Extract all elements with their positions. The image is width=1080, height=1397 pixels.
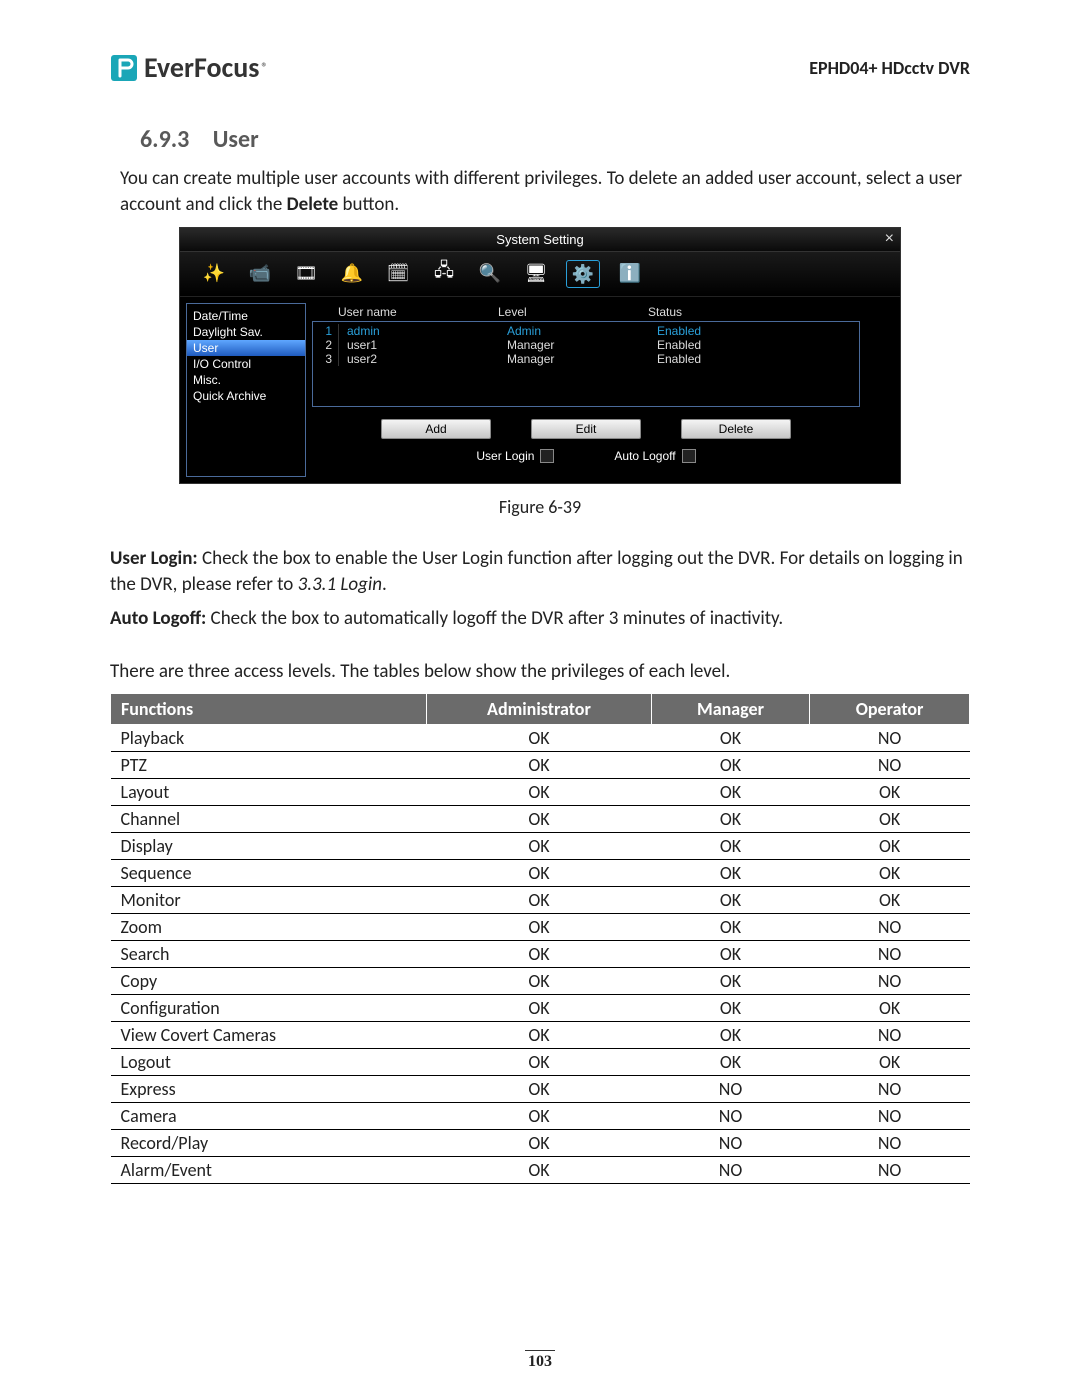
edit-button[interactable]: Edit	[531, 419, 641, 439]
wizard-icon[interactable]: ✨	[198, 260, 230, 286]
brand-name: EverFocus	[144, 50, 259, 85]
record-icon[interactable]: 🎞	[290, 260, 322, 286]
dvr-table-header: User name Level Status	[312, 303, 890, 321]
table-row: Record/PlayOKNONO	[111, 1129, 970, 1156]
table-row: Alarm/EventOKNONO	[111, 1156, 970, 1183]
section-heading: 6.9.3 User	[140, 125, 970, 154]
display-icon[interactable]: 🖥	[520, 260, 552, 286]
table-row: CopyOKOKNO	[111, 967, 970, 994]
user-login-paragraph: User Login: Check the box to enable the …	[110, 546, 970, 597]
levels-intro: There are three access levels. The table…	[110, 659, 970, 685]
info-icon[interactable]: ℹ️	[614, 260, 646, 286]
table-row: PTZOKOKNO	[111, 751, 970, 778]
add-button[interactable]: Add	[381, 419, 491, 439]
dvr-toolbar: ✨ 📹 🎞 🔔 🗓 🖧 🔍 🖥 ⚙️ ℹ️	[180, 252, 900, 297]
registered-mark: ®	[261, 61, 267, 75]
auto-logoff-checkbox[interactable]: Auto Logoff	[614, 449, 695, 463]
table-row: ConfigurationOKOKOK	[111, 994, 970, 1021]
figure-caption: Figure 6-39	[110, 496, 970, 518]
table-header: Functions	[111, 693, 427, 724]
page-header: EverFocus ® EPHD04+ HDcctv DVR	[110, 50, 970, 85]
sidebar-item[interactable]: Daylight Sav.	[187, 324, 305, 340]
table-row[interactable]: 3user2ManagerEnabled	[313, 352, 859, 366]
user-login-checkbox[interactable]: User Login	[476, 449, 554, 463]
table-header: Operator	[810, 693, 970, 724]
brand-logo: EverFocus ®	[110, 50, 268, 85]
table-header: Manager	[651, 693, 809, 724]
system-icon[interactable]: ⚙️	[566, 260, 600, 288]
table-row: ExpressOKNONO	[111, 1075, 970, 1102]
table-row: View Covert CamerasOKOKNO	[111, 1021, 970, 1048]
sidebar-item[interactable]: I/O Control	[187, 356, 305, 372]
checkbox-icon	[682, 449, 696, 463]
close-icon[interactable]: ×	[885, 230, 894, 248]
table-row[interactable]: 1adminAdminEnabled	[313, 324, 859, 338]
table-row: LogoutOKOKOK	[111, 1048, 970, 1075]
disk-icon[interactable]: 🔍	[474, 260, 506, 286]
table-row: ChannelOKOKOK	[111, 805, 970, 832]
table-row: ZoomOKOKNO	[111, 913, 970, 940]
camera-icon[interactable]: 📹	[244, 260, 276, 286]
table-row: LayoutOKOKOK	[111, 778, 970, 805]
delete-button[interactable]: Delete	[681, 419, 791, 439]
schedule-icon[interactable]: 🗓	[382, 260, 414, 286]
page-number: 103	[0, 1350, 1080, 1371]
alarm-icon[interactable]: 🔔	[336, 260, 368, 286]
table-row: DisplayOKOKOK	[111, 832, 970, 859]
table-row: MonitorOKOKOK	[111, 886, 970, 913]
table-row: CameraOKNONO	[111, 1102, 970, 1129]
table-header: Administrator	[427, 693, 652, 724]
logo-icon	[110, 54, 138, 82]
dvr-user-list: 1adminAdminEnabled2user1ManagerEnabled3u…	[312, 321, 860, 407]
sidebar-item[interactable]: Quick Archive	[187, 388, 305, 404]
table-row[interactable]: 2user1ManagerEnabled	[313, 338, 859, 352]
sidebar-item[interactable]: Misc.	[187, 372, 305, 388]
section-number: 6.9.3	[140, 125, 189, 154]
table-row: PlaybackOKOKNO	[111, 724, 970, 751]
privileges-table: FunctionsAdministratorManagerOperator Pl…	[110, 693, 970, 1184]
section-title-text: User	[213, 125, 259, 154]
sidebar-item[interactable]: User	[187, 340, 305, 356]
auto-logoff-paragraph: Auto Logoff: Check the box to automatica…	[110, 606, 970, 632]
sidebar-item[interactable]: Date/Time	[187, 308, 305, 324]
dvr-window-title: System Setting ×	[180, 228, 900, 252]
dvr-screenshot: System Setting × ✨ 📹 🎞 🔔 🗓 🖧 🔍 🖥 ⚙️ ℹ️ D…	[179, 227, 901, 484]
intro-paragraph: You can create multiple user accounts wi…	[120, 166, 970, 217]
table-row: SearchOKOKNO	[111, 940, 970, 967]
table-row: SequenceOKOKOK	[111, 859, 970, 886]
dvr-sidebar: Date/TimeDaylight Sav.UserI/O ControlMis…	[186, 303, 306, 477]
checkbox-icon	[540, 449, 554, 463]
product-name: EPHD04+ HDcctv DVR	[809, 57, 970, 79]
network-icon[interactable]: 🖧	[428, 260, 460, 286]
